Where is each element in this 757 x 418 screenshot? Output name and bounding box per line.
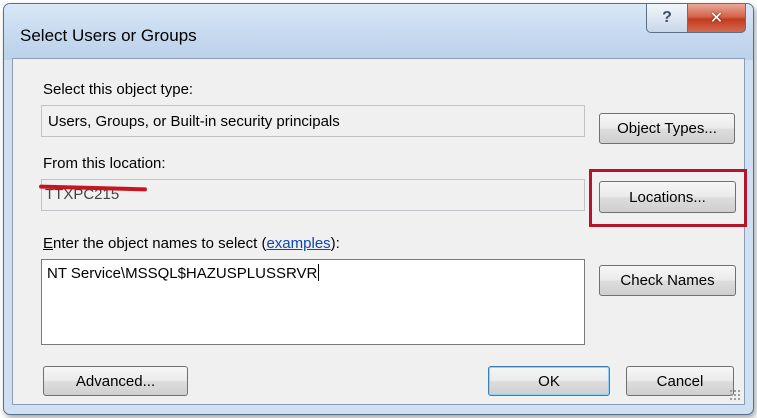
location-label: From this location: — [43, 155, 166, 172]
object-names-value: NT Service\MSSQL$HAZUSPLUSSRVR — [47, 265, 318, 282]
title-bar[interactable]: Select Users or Groups ? ✕ — [4, 4, 753, 60]
location-field — [41, 179, 585, 211]
check-names-button[interactable]: Check Names — [599, 265, 736, 296]
locations-button[interactable]: Locations... — [599, 181, 736, 213]
close-button[interactable]: ✕ — [687, 4, 746, 33]
examples-link[interactable]: examples — [266, 235, 330, 252]
advanced-button[interactable]: Advanced... — [43, 366, 188, 396]
dialog-title: Select Users or Groups — [20, 26, 197, 45]
names-label-text: nter the object names to select ( — [53, 235, 267, 252]
ok-button[interactable]: OK — [488, 366, 610, 396]
object-types-button[interactable]: Object Types... — [599, 113, 735, 144]
names-label-suffix: ): — [330, 235, 340, 252]
names-label-accesskey: E — [43, 235, 54, 252]
help-button[interactable]: ? — [646, 4, 688, 33]
object-type-value: Users, Groups, or Built-in security prin… — [48, 112, 340, 130]
select-users-dialog: Select Users or Groups ? ✕ Select this o… — [3, 3, 754, 415]
dialog-body: Select this object type: Users, Groups, … — [12, 58, 747, 405]
help-icon: ? — [662, 9, 672, 26]
close-icon: ✕ — [709, 10, 724, 27]
object-type-label: Select this object type: — [43, 81, 194, 98]
object-names-input[interactable]: NT Service\MSSQL$HAZUSPLUSSRVR — [41, 259, 585, 345]
resize-grip[interactable] — [729, 389, 741, 401]
names-label: Enter the object names to select (exampl… — [43, 235, 340, 252]
cancel-button[interactable]: Cancel — [626, 366, 734, 396]
object-type-field: Users, Groups, or Built-in security prin… — [41, 105, 585, 137]
text-caret — [318, 264, 320, 281]
